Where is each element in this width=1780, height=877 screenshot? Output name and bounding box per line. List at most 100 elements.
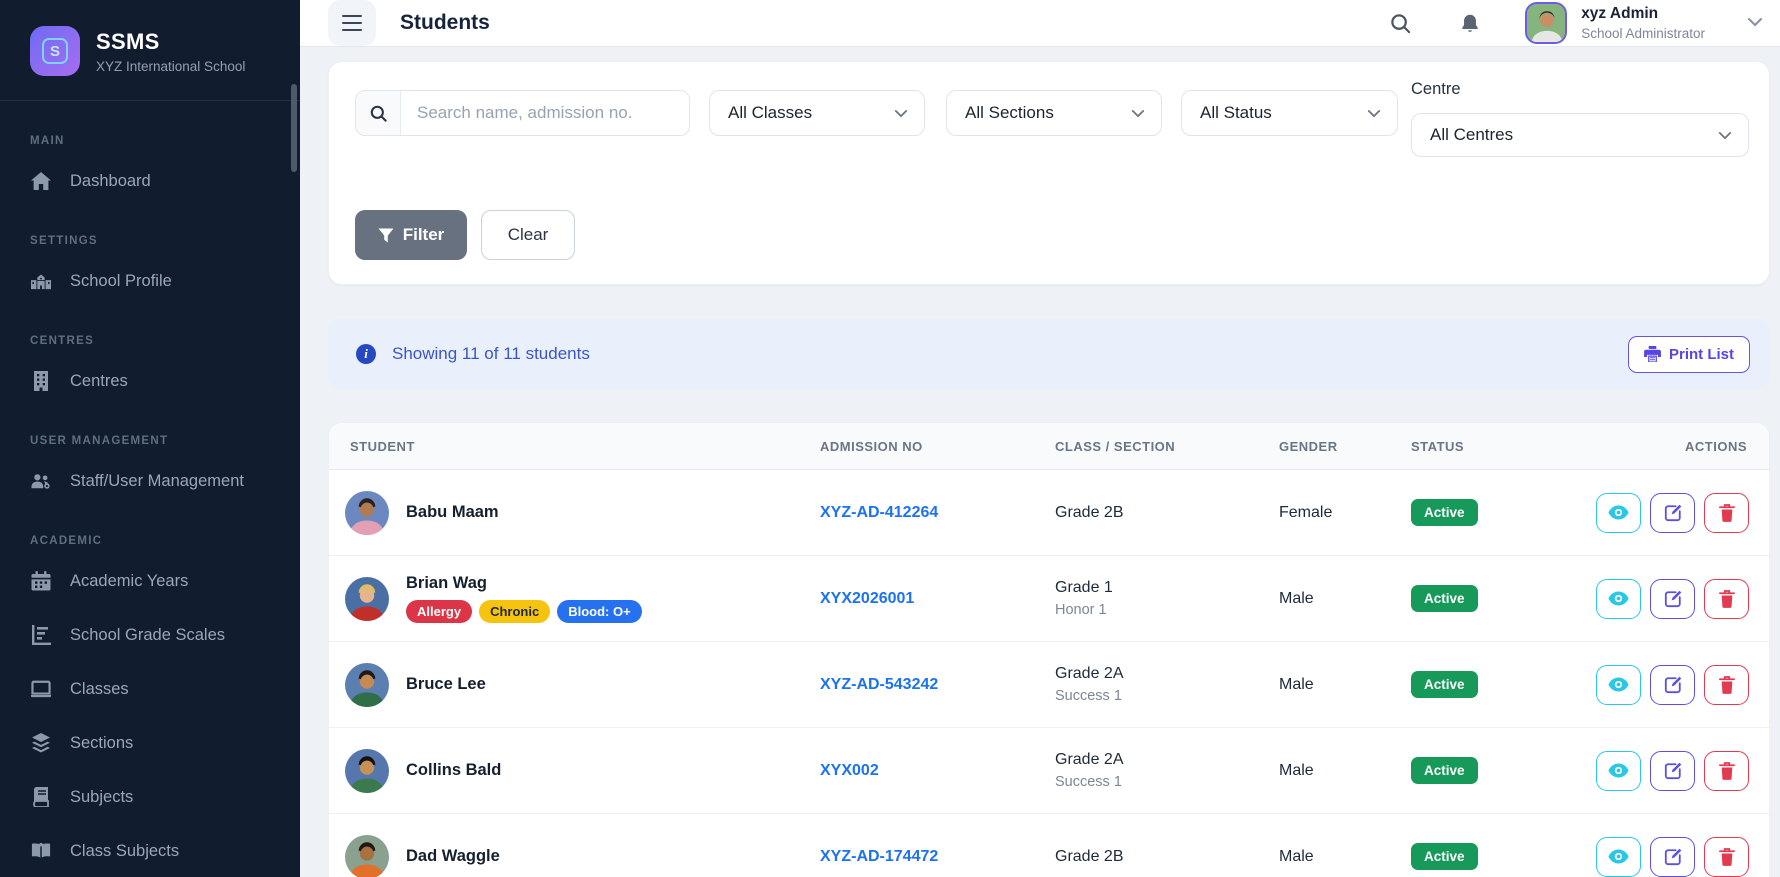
- view-student-button[interactable]: [1596, 664, 1641, 705]
- student-avatar: [345, 662, 389, 707]
- sidebar-item-school-profile[interactable]: School Profile: [30, 257, 270, 305]
- results-info-bar: i Showing 11 of 11 students Print List: [328, 319, 1770, 389]
- gender-value: Male: [1279, 675, 1314, 693]
- search-icon[interactable]: [1383, 6, 1417, 40]
- edit-student-button[interactable]: [1650, 836, 1695, 877]
- sidebar-scrollbar-thumb[interactable]: [291, 84, 297, 172]
- filter-card: All Classes All Sections All Status Cent…: [328, 61, 1770, 285]
- school-icon: [30, 270, 52, 292]
- layers-icon: [30, 732, 52, 754]
- class-name: Grade 2B: [1055, 503, 1124, 521]
- gender-value: Male: [1279, 761, 1314, 779]
- student-badge-chronic: Chronic: [479, 600, 551, 623]
- chevron-down-icon: [1718, 125, 1732, 145]
- nav-section-label-settings: SETTINGS: [30, 235, 98, 247]
- open-book-icon: [30, 840, 52, 862]
- notifications-bell-icon[interactable]: [1453, 6, 1487, 40]
- student-search: [355, 90, 690, 136]
- delete-student-button[interactable]: [1704, 578, 1749, 619]
- gender-value: Female: [1279, 503, 1333, 521]
- admission-number-link[interactable]: XYZ-AD-412264: [820, 504, 1055, 522]
- column-header-actions: ACTIONS: [1685, 438, 1747, 454]
- logo: S SSMS XYZ International School: [0, 0, 300, 100]
- search-input-icon: [356, 91, 401, 135]
- sidebar-item-staff-user-management[interactable]: Staff/User Management: [30, 457, 270, 505]
- sidebar-item-class-subjects[interactable]: Class Subjects: [30, 827, 270, 875]
- sidebar-item-centres[interactable]: Centres: [30, 357, 270, 405]
- admission-number-link[interactable]: XYX002: [820, 762, 1055, 780]
- table-header-row: STUDENT ADMISSION NO CLASS / SECTION GENDER…: [329, 423, 1769, 470]
- sidebar-item-school-grade-scales[interactable]: School Grade Scales: [30, 611, 270, 659]
- filter-button[interactable]: Filter: [355, 210, 467, 260]
- view-student-button[interactable]: [1596, 750, 1641, 791]
- search-input[interactable]: [401, 91, 689, 135]
- view-student-button[interactable]: [1596, 836, 1641, 877]
- student-avatar: [345, 576, 389, 621]
- delete-student-button[interactable]: [1704, 664, 1749, 705]
- column-header-status: STATUS: [1411, 438, 1465, 454]
- sidebar-nav: MAIN Dashboard SETTINGS School Profile C…: [0, 101, 300, 875]
- student-name: Dad Waggle: [406, 847, 500, 865]
- section-name: Success 1: [1055, 688, 1122, 704]
- home-icon: [30, 170, 52, 192]
- logo-subtitle: XYZ International School: [96, 58, 246, 74]
- menu-toggle-button[interactable]: [328, 0, 376, 46]
- admission-number-link[interactable]: XYZ-AD-543242: [820, 676, 1055, 694]
- status-badge: Active: [1411, 757, 1478, 784]
- section-name: Honor 1: [1055, 602, 1107, 618]
- table-body: Babu Maam XYZ-AD-412264 Grade 2B Female …: [329, 470, 1769, 877]
- topbar: Students xyz Admin School Administrator: [300, 0, 1780, 47]
- table-row: Babu Maam XYZ-AD-412264 Grade 2B Female …: [329, 470, 1769, 556]
- sidebar-item-sections[interactable]: Sections: [30, 719, 270, 767]
- table-row: Brian Wag Allergy Chronic Blood: O+ XYX202…: [329, 556, 1769, 642]
- chevron-down-icon: [894, 103, 908, 123]
- status-badge: Active: [1411, 843, 1478, 870]
- status-badge: Active: [1411, 585, 1478, 612]
- classes-select[interactable]: All Classes: [709, 90, 925, 136]
- sidebar-item-classes[interactable]: Classes: [30, 665, 270, 713]
- view-student-button[interactable]: [1596, 492, 1641, 533]
- gender-value: Male: [1279, 847, 1314, 865]
- student-badges: Allergy Chronic Blood: O+: [406, 600, 642, 623]
- nav-section-label-user-management: USER MANAGEMENT: [30, 435, 169, 447]
- delete-student-button[interactable]: [1704, 750, 1749, 791]
- grade-scale-icon: [30, 624, 52, 646]
- delete-student-button[interactable]: [1704, 836, 1749, 877]
- chevron-down-icon: [1131, 103, 1145, 123]
- table-row: Collins Bald XYX002 Grade 2A Success 1 M…: [329, 728, 1769, 814]
- class-name: Grade 2B: [1055, 847, 1124, 865]
- nav-section-label-academic: ACADEMIC: [30, 535, 103, 547]
- table-row: Bruce Lee XYZ-AD-543242 Grade 2A Success…: [329, 642, 1769, 728]
- class-name: Grade 2A: [1055, 751, 1124, 768]
- chevron-down-icon: [1367, 103, 1381, 123]
- centres-select[interactable]: All Centres: [1411, 113, 1749, 157]
- clear-button[interactable]: Clear: [481, 210, 575, 260]
- admission-number-link[interactable]: XYZ-AD-174472: [820, 848, 1055, 866]
- edit-student-button[interactable]: [1650, 578, 1695, 619]
- book-icon: [30, 786, 52, 808]
- user-avatar[interactable]: [1525, 2, 1568, 44]
- admission-number-link[interactable]: XYX2026001: [820, 590, 1055, 608]
- chevron-down-icon[interactable]: [1747, 14, 1763, 32]
- class-name: Grade 2A: [1055, 665, 1124, 682]
- sections-select[interactable]: All Sections: [946, 90, 1162, 136]
- sidebar-item-subjects[interactable]: Subjects: [30, 773, 270, 821]
- edit-student-button[interactable]: [1650, 492, 1695, 533]
- edit-student-button[interactable]: [1650, 750, 1695, 791]
- delete-student-button[interactable]: [1704, 492, 1749, 533]
- logo-title: SSMS: [96, 28, 160, 54]
- user-menu[interactable]: xyz Admin School Administrator: [1525, 2, 1763, 44]
- print-list-button[interactable]: Print List: [1627, 335, 1750, 373]
- edit-student-button[interactable]: [1650, 664, 1695, 705]
- user-name: xyz Admin: [1581, 5, 1659, 22]
- calendar-icon: [30, 570, 52, 592]
- sidebar-item-academic-years[interactable]: Academic Years: [30, 557, 270, 605]
- column-header-gender: GENDER: [1279, 438, 1338, 454]
- student-avatar: [345, 834, 389, 877]
- status-select[interactable]: All Status: [1181, 90, 1398, 136]
- sidebar-item-dashboard[interactable]: Dashboard: [30, 157, 270, 205]
- view-student-button[interactable]: [1596, 578, 1641, 619]
- student-name: Brian Wag: [406, 574, 487, 592]
- main-area: Students xyz Admin School Administrator: [300, 0, 1780, 877]
- user-role: School Administrator: [1581, 26, 1705, 41]
